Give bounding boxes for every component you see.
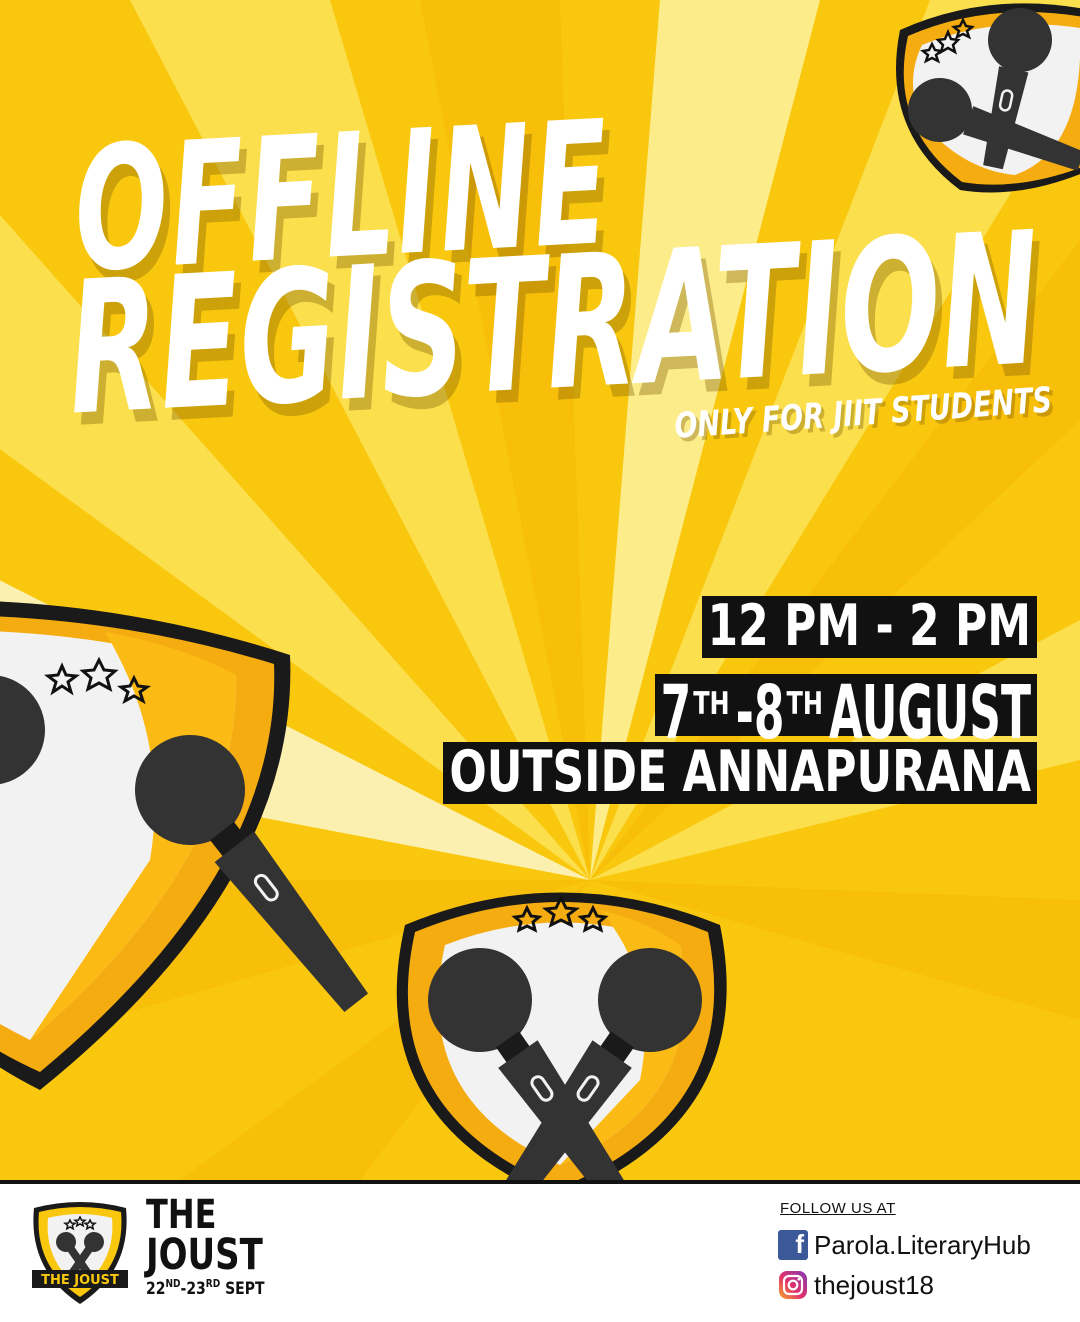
event-dates: 22ND-23RD SEPT bbox=[146, 1278, 265, 1299]
brand-line1: THE bbox=[146, 1190, 217, 1238]
dates-end-suffix: RD bbox=[205, 1278, 221, 1291]
dates-end: 23 bbox=[186, 1279, 206, 1299]
brand-line2: JOUST bbox=[146, 1230, 263, 1281]
instagram-icon bbox=[779, 1271, 807, 1299]
dates-start-suffix: ND bbox=[165, 1278, 181, 1291]
logo-banner-text: THE JOUST bbox=[41, 1273, 119, 1288]
date-day2-suffix: TH bbox=[786, 685, 824, 722]
dates-start: 22 bbox=[146, 1279, 166, 1299]
facebook-handle: Parola.LiteraryHub bbox=[814, 1229, 1031, 1260]
venue-label: OUTSIDE ANNAPURANA bbox=[443, 739, 1037, 806]
follow-label: FOLLOW US AT bbox=[780, 1200, 896, 1217]
brand-wordmark: THE JOUST 22ND-23RD SEPT bbox=[146, 1190, 265, 1299]
footer: THE JOUST THE JOUST 22ND-23RD SEPT FOLLO… bbox=[0, 1180, 1080, 1322]
date-day1-suffix: TH bbox=[693, 685, 730, 722]
poster-artwork: OFFLINE REGISTRATION ONLY FOR JIIT STUDE… bbox=[0, 0, 1080, 1180]
poster: OFFLINE REGISTRATION ONLY FOR JIIT STUDE… bbox=[0, 0, 1080, 1322]
time-text: 12 PM - 2 PM bbox=[707, 593, 1031, 660]
time-label: 12 PM - 2 PM bbox=[701, 593, 1037, 660]
facebook-link[interactable]: f Parola.LiteraryHub bbox=[778, 1228, 1031, 1262]
venue-text: OUTSIDE ANNAPURANA bbox=[449, 739, 1031, 806]
date-label: 7TH - 8TH AUGUST bbox=[654, 670, 1037, 756]
instagram-handle: thejoust18 bbox=[814, 1269, 934, 1300]
instagram-link[interactable]: thejoust18 bbox=[778, 1268, 934, 1302]
facebook-icon: f bbox=[778, 1230, 808, 1260]
the-joust-logo: THE JOUST bbox=[32, 1202, 128, 1304]
dates-month: SEPT bbox=[225, 1279, 265, 1299]
